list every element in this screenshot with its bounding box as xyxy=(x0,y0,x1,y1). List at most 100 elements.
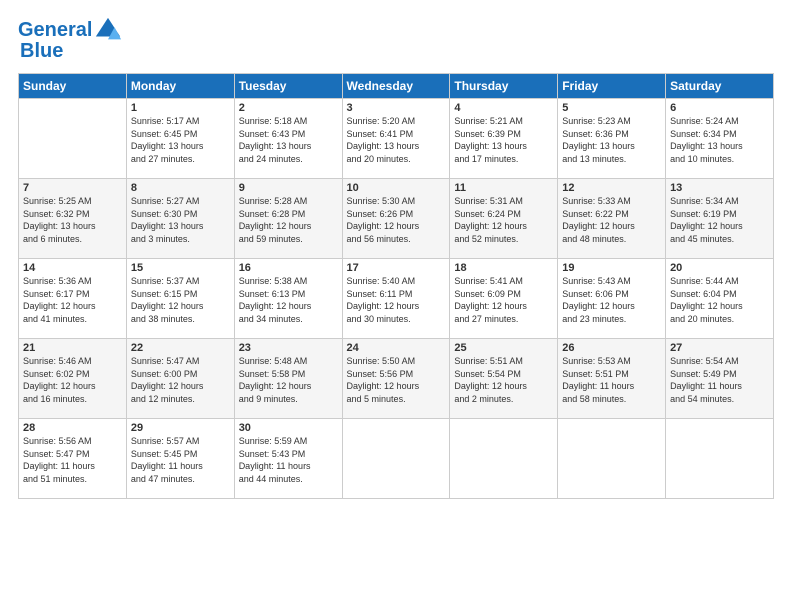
day-number: 4 xyxy=(454,102,553,114)
cell-content: Sunrise: 5:43 AM Sunset: 6:06 PM Dayligh… xyxy=(562,275,661,325)
day-number: 26 xyxy=(562,342,661,354)
calendar-cell xyxy=(19,99,127,179)
day-number: 8 xyxy=(131,182,230,194)
calendar-cell: 27Sunrise: 5:54 AM Sunset: 5:49 PM Dayli… xyxy=(666,339,774,419)
cell-content: Sunrise: 5:51 AM Sunset: 5:54 PM Dayligh… xyxy=(454,355,553,405)
cell-content: Sunrise: 5:41 AM Sunset: 6:09 PM Dayligh… xyxy=(454,275,553,325)
calendar-cell: 5Sunrise: 5:23 AM Sunset: 6:36 PM Daylig… xyxy=(558,99,666,179)
cell-content: Sunrise: 5:40 AM Sunset: 6:11 PM Dayligh… xyxy=(347,275,446,325)
day-number: 7 xyxy=(23,182,122,194)
calendar-cell: 4Sunrise: 5:21 AM Sunset: 6:39 PM Daylig… xyxy=(450,99,558,179)
logo-icon xyxy=(94,16,122,44)
day-number: 3 xyxy=(347,102,446,114)
day-header: Sunday xyxy=(19,74,127,99)
header: General Blue xyxy=(18,16,774,63)
calendar-cell xyxy=(666,419,774,499)
day-number: 13 xyxy=(670,182,769,194)
day-number: 30 xyxy=(239,422,338,434)
calendar-cell: 25Sunrise: 5:51 AM Sunset: 5:54 PM Dayli… xyxy=(450,339,558,419)
day-header: Friday xyxy=(558,74,666,99)
calendar-week: 7Sunrise: 5:25 AM Sunset: 6:32 PM Daylig… xyxy=(19,179,774,259)
day-number: 12 xyxy=(562,182,661,194)
day-number: 15 xyxy=(131,262,230,274)
day-header: Monday xyxy=(126,74,234,99)
day-number: 9 xyxy=(239,182,338,194)
cell-content: Sunrise: 5:54 AM Sunset: 5:49 PM Dayligh… xyxy=(670,355,769,405)
day-header: Tuesday xyxy=(234,74,342,99)
cell-content: Sunrise: 5:50 AM Sunset: 5:56 PM Dayligh… xyxy=(347,355,446,405)
calendar-cell: 26Sunrise: 5:53 AM Sunset: 5:51 PM Dayli… xyxy=(558,339,666,419)
calendar-cell: 28Sunrise: 5:56 AM Sunset: 5:47 PM Dayli… xyxy=(19,419,127,499)
calendar-cell: 19Sunrise: 5:43 AM Sunset: 6:06 PM Dayli… xyxy=(558,259,666,339)
calendar-cell: 24Sunrise: 5:50 AM Sunset: 5:56 PM Dayli… xyxy=(342,339,450,419)
day-number: 24 xyxy=(347,342,446,354)
calendar-cell: 17Sunrise: 5:40 AM Sunset: 6:11 PM Dayli… xyxy=(342,259,450,339)
page-container: General Blue SundayMondayTuesdayWednesda… xyxy=(0,0,792,509)
cell-content: Sunrise: 5:36 AM Sunset: 6:17 PM Dayligh… xyxy=(23,275,122,325)
day-number: 23 xyxy=(239,342,338,354)
day-number: 17 xyxy=(347,262,446,274)
calendar-cell: 21Sunrise: 5:46 AM Sunset: 6:02 PM Dayli… xyxy=(19,339,127,419)
day-number: 20 xyxy=(670,262,769,274)
cell-content: Sunrise: 5:46 AM Sunset: 6:02 PM Dayligh… xyxy=(23,355,122,405)
calendar-cell: 7Sunrise: 5:25 AM Sunset: 6:32 PM Daylig… xyxy=(19,179,127,259)
day-number: 21 xyxy=(23,342,122,354)
calendar-cell: 29Sunrise: 5:57 AM Sunset: 5:45 PM Dayli… xyxy=(126,419,234,499)
day-number: 25 xyxy=(454,342,553,354)
day-number: 6 xyxy=(670,102,769,114)
day-number: 19 xyxy=(562,262,661,274)
cell-content: Sunrise: 5:30 AM Sunset: 6:26 PM Dayligh… xyxy=(347,195,446,245)
day-number: 28 xyxy=(23,422,122,434)
cell-content: Sunrise: 5:59 AM Sunset: 5:43 PM Dayligh… xyxy=(239,435,338,485)
calendar-week: 14Sunrise: 5:36 AM Sunset: 6:17 PM Dayli… xyxy=(19,259,774,339)
day-number: 1 xyxy=(131,102,230,114)
cell-content: Sunrise: 5:33 AM Sunset: 6:22 PM Dayligh… xyxy=(562,195,661,245)
calendar-cell: 3Sunrise: 5:20 AM Sunset: 6:41 PM Daylig… xyxy=(342,99,450,179)
day-number: 11 xyxy=(454,182,553,194)
cell-content: Sunrise: 5:28 AM Sunset: 6:28 PM Dayligh… xyxy=(239,195,338,245)
calendar-cell: 1Sunrise: 5:17 AM Sunset: 6:45 PM Daylig… xyxy=(126,99,234,179)
cell-content: Sunrise: 5:38 AM Sunset: 6:13 PM Dayligh… xyxy=(239,275,338,325)
day-number: 14 xyxy=(23,262,122,274)
logo-text: General xyxy=(18,19,92,41)
logo: General Blue xyxy=(18,16,122,63)
cell-content: Sunrise: 5:37 AM Sunset: 6:15 PM Dayligh… xyxy=(131,275,230,325)
day-header: Thursday xyxy=(450,74,558,99)
calendar-cell: 10Sunrise: 5:30 AM Sunset: 6:26 PM Dayli… xyxy=(342,179,450,259)
calendar-cell: 2Sunrise: 5:18 AM Sunset: 6:43 PM Daylig… xyxy=(234,99,342,179)
day-header: Saturday xyxy=(666,74,774,99)
cell-content: Sunrise: 5:44 AM Sunset: 6:04 PM Dayligh… xyxy=(670,275,769,325)
day-number: 5 xyxy=(562,102,661,114)
cell-content: Sunrise: 5:25 AM Sunset: 6:32 PM Dayligh… xyxy=(23,195,122,245)
day-number: 16 xyxy=(239,262,338,274)
calendar-week: 1Sunrise: 5:17 AM Sunset: 6:45 PM Daylig… xyxy=(19,99,774,179)
calendar-cell: 13Sunrise: 5:34 AM Sunset: 6:19 PM Dayli… xyxy=(666,179,774,259)
cell-content: Sunrise: 5:23 AM Sunset: 6:36 PM Dayligh… xyxy=(562,115,661,165)
calendar-cell: 12Sunrise: 5:33 AM Sunset: 6:22 PM Dayli… xyxy=(558,179,666,259)
cell-content: Sunrise: 5:53 AM Sunset: 5:51 PM Dayligh… xyxy=(562,355,661,405)
cell-content: Sunrise: 5:27 AM Sunset: 6:30 PM Dayligh… xyxy=(131,195,230,245)
day-number: 29 xyxy=(131,422,230,434)
cell-content: Sunrise: 5:56 AM Sunset: 5:47 PM Dayligh… xyxy=(23,435,122,485)
calendar-cell: 14Sunrise: 5:36 AM Sunset: 6:17 PM Dayli… xyxy=(19,259,127,339)
calendar-table: SundayMondayTuesdayWednesdayThursdayFrid… xyxy=(18,73,774,499)
calendar-cell: 8Sunrise: 5:27 AM Sunset: 6:30 PM Daylig… xyxy=(126,179,234,259)
cell-content: Sunrise: 5:47 AM Sunset: 6:00 PM Dayligh… xyxy=(131,355,230,405)
calendar-cell: 15Sunrise: 5:37 AM Sunset: 6:15 PM Dayli… xyxy=(126,259,234,339)
calendar-cell: 11Sunrise: 5:31 AM Sunset: 6:24 PM Dayli… xyxy=(450,179,558,259)
calendar-cell: 18Sunrise: 5:41 AM Sunset: 6:09 PM Dayli… xyxy=(450,259,558,339)
calendar-cell xyxy=(450,419,558,499)
calendar-cell: 23Sunrise: 5:48 AM Sunset: 5:58 PM Dayli… xyxy=(234,339,342,419)
calendar-cell: 22Sunrise: 5:47 AM Sunset: 6:00 PM Dayli… xyxy=(126,339,234,419)
day-number: 10 xyxy=(347,182,446,194)
day-number: 22 xyxy=(131,342,230,354)
calendar-cell: 20Sunrise: 5:44 AM Sunset: 6:04 PM Dayli… xyxy=(666,259,774,339)
calendar-cell: 6Sunrise: 5:24 AM Sunset: 6:34 PM Daylig… xyxy=(666,99,774,179)
day-number: 18 xyxy=(454,262,553,274)
cell-content: Sunrise: 5:21 AM Sunset: 6:39 PM Dayligh… xyxy=(454,115,553,165)
cell-content: Sunrise: 5:18 AM Sunset: 6:43 PM Dayligh… xyxy=(239,115,338,165)
cell-content: Sunrise: 5:57 AM Sunset: 5:45 PM Dayligh… xyxy=(131,435,230,485)
day-number: 2 xyxy=(239,102,338,114)
cell-content: Sunrise: 5:31 AM Sunset: 6:24 PM Dayligh… xyxy=(454,195,553,245)
cell-content: Sunrise: 5:24 AM Sunset: 6:34 PM Dayligh… xyxy=(670,115,769,165)
